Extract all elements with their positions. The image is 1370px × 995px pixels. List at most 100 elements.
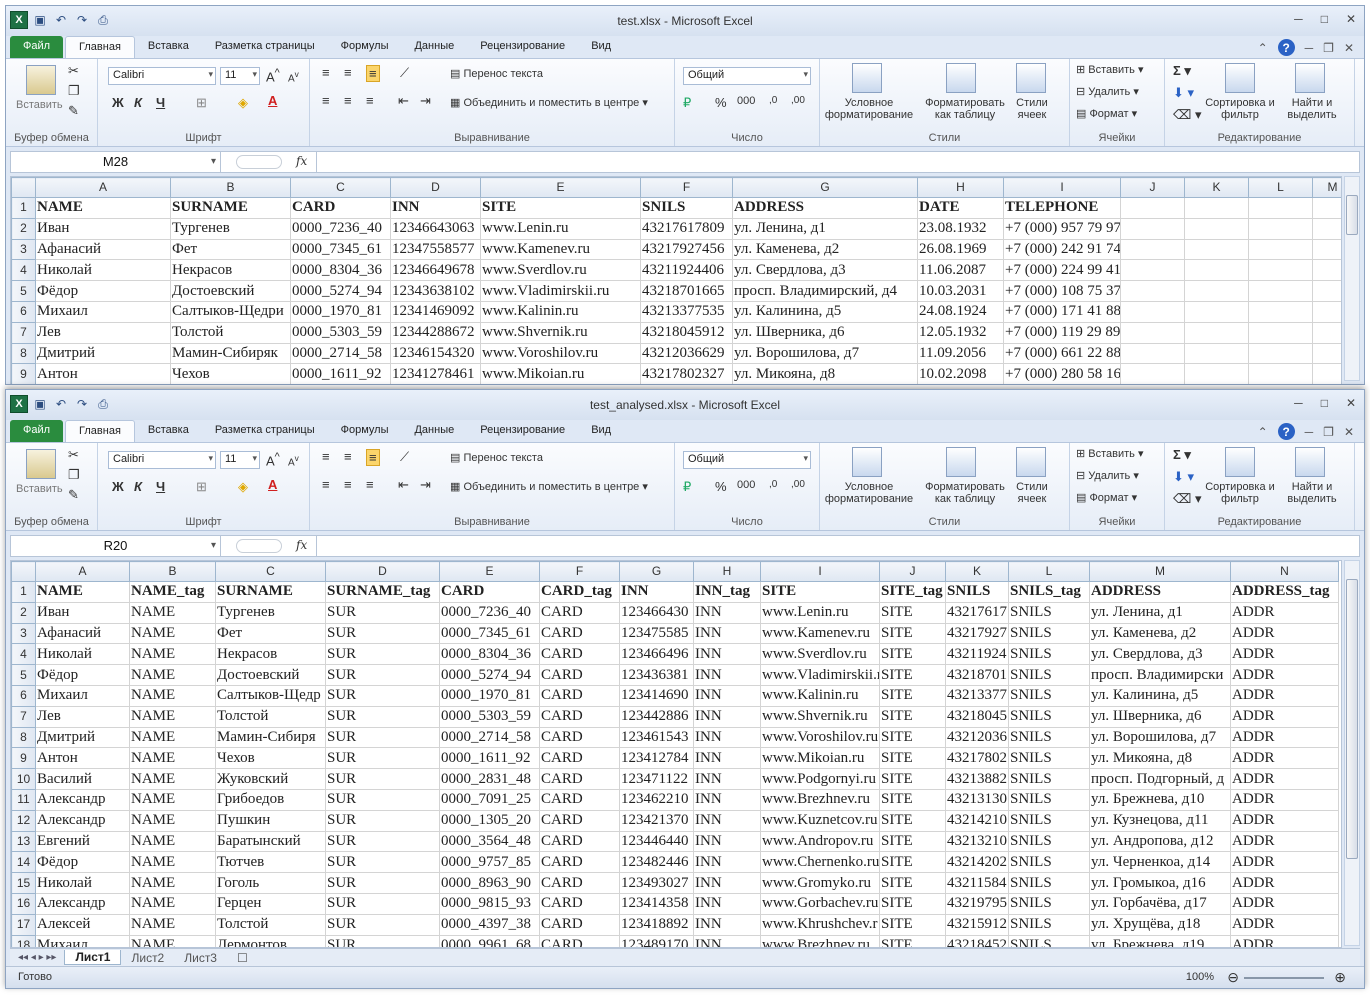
cell[interactable] bbox=[1312, 238, 1341, 261]
column-header[interactable]: D bbox=[325, 561, 440, 582]
delete-cells-button[interactable]: ⊟ Удалить ▾ bbox=[1076, 469, 1139, 482]
increase-decimal-icon[interactable]: ,0 bbox=[769, 479, 777, 490]
cell[interactable]: TELEPHONE bbox=[1003, 197, 1121, 219]
cell[interactable]: NAME bbox=[129, 913, 216, 936]
cell[interactable]: 123442886 bbox=[619, 705, 694, 728]
cell[interactable]: Антон bbox=[35, 363, 171, 384]
shrink-font-icon[interactable]: Av bbox=[288, 69, 299, 84]
cell[interactable]: 123462210 bbox=[619, 788, 694, 811]
font-size-select[interactable]: 11 bbox=[220, 451, 260, 469]
cell[interactable]: 0000_1611_92 bbox=[290, 363, 391, 384]
cell[interactable]: 43212036 bbox=[945, 726, 1009, 749]
close-icon[interactable]: ✕ bbox=[1346, 12, 1356, 26]
cell[interactable]: NAME bbox=[129, 830, 216, 853]
orientation-icon[interactable]: ⟋ bbox=[400, 449, 409, 465]
cell[interactable]: INN bbox=[693, 809, 761, 832]
cell[interactable]: 43218452 bbox=[945, 934, 1009, 947]
cell[interactable]: www.Lenin.ru bbox=[480, 217, 641, 240]
cell[interactable]: +7 (000) 171 41 88 bbox=[1003, 300, 1121, 323]
tab-4[interactable]: Формулы bbox=[328, 420, 402, 442]
cell[interactable]: CARD bbox=[539, 851, 620, 874]
cell[interactable]: SNILS bbox=[1008, 622, 1090, 645]
cell[interactable]: ADDRESS bbox=[732, 197, 918, 219]
cell[interactable]: SUR bbox=[325, 664, 440, 686]
cell[interactable]: просп. Владимирский, д4 bbox=[732, 280, 918, 302]
cell[interactable]: NAME bbox=[129, 788, 216, 811]
cell[interactable]: SITE bbox=[879, 622, 946, 645]
cell[interactable]: 123466430 bbox=[619, 601, 694, 624]
cell[interactable]: INN bbox=[693, 934, 761, 947]
percent-icon[interactable]: % bbox=[715, 479, 727, 494]
cell[interactable]: 43211584 bbox=[945, 872, 1009, 894]
tab-5[interactable]: Данные bbox=[401, 420, 467, 442]
row-header[interactable]: 7 bbox=[11, 321, 36, 344]
cell[interactable]: ADDR bbox=[1230, 934, 1339, 947]
orientation-icon[interactable]: ⟋ bbox=[400, 65, 409, 81]
cell[interactable]: INN bbox=[693, 872, 761, 894]
cell[interactable]: 0000_2831_48 bbox=[439, 768, 540, 790]
cell[interactable]: SITE bbox=[879, 934, 946, 947]
sort-filter-icon[interactable] bbox=[1225, 63, 1255, 93]
italic-button[interactable]: К bbox=[134, 95, 142, 110]
cell[interactable]: +7 (000) 661 22 88 bbox=[1003, 342, 1121, 365]
cell[interactable]: SUR bbox=[325, 934, 440, 947]
cell[interactable]: 12341278461 bbox=[390, 363, 481, 384]
format-cells-button[interactable]: ▤ Формат ▾ bbox=[1076, 491, 1137, 504]
align-right-icon[interactable]: ≡ bbox=[366, 93, 374, 108]
cell-styles-icon[interactable] bbox=[1016, 63, 1046, 93]
restore-workbook-icon[interactable]: ❐ bbox=[1323, 425, 1334, 439]
fx-icon[interactable]: fx bbox=[296, 538, 307, 552]
cell[interactable]: SITE bbox=[879, 830, 946, 853]
cell[interactable]: www.Shvernik.ru bbox=[760, 705, 880, 728]
paste-button[interactable]: Вставить bbox=[16, 483, 63, 495]
close-workbook-icon[interactable]: ✕ bbox=[1344, 425, 1354, 439]
cell[interactable]: Дмитрий bbox=[35, 342, 171, 365]
cell[interactable] bbox=[1120, 280, 1185, 302]
cell[interactable]: INN bbox=[693, 768, 761, 790]
cell[interactable]: Фёдор bbox=[35, 851, 130, 874]
cell[interactable]: 0000_8963_90 bbox=[439, 872, 540, 894]
tab-7[interactable]: Вид bbox=[578, 36, 624, 58]
cell[interactable]: 0000_7345_61 bbox=[439, 622, 540, 645]
cell[interactable]: SNILS bbox=[1008, 664, 1090, 686]
cell[interactable]: www.Lenin.ru bbox=[760, 601, 880, 624]
cell[interactable]: INN bbox=[693, 851, 761, 874]
cell[interactable]: 43218045912 bbox=[640, 321, 733, 344]
maximize-icon[interactable]: □ bbox=[1321, 12, 1328, 26]
sheet-grid[interactable]: A B C D E F G H I J K L M N 1 NAME NAME_tag SURNAME SURNAM… bbox=[10, 560, 1342, 948]
cell[interactable]: SITE bbox=[760, 581, 880, 603]
conditional-formatting-button[interactable]: Условное форматирование bbox=[824, 97, 914, 121]
column-header[interactable]: K bbox=[1184, 177, 1249, 198]
cell[interactable]: 123482446 bbox=[619, 851, 694, 874]
cell[interactable]: SITE bbox=[879, 768, 946, 790]
cell[interactable]: 43217927456 bbox=[640, 238, 733, 261]
increase-indent-icon[interactable]: ⇥ bbox=[420, 93, 431, 109]
tab-1[interactable]: Главная bbox=[65, 36, 135, 58]
cell[interactable]: INN bbox=[693, 788, 761, 811]
cell[interactable]: ADDR bbox=[1230, 788, 1339, 811]
cell[interactable]: ул. Брежнева, д19 bbox=[1089, 934, 1231, 947]
merge-center-button[interactable]: ▦ Объединить и поместить в центре ▾ bbox=[450, 96, 648, 109]
align-top-icon[interactable]: ≡ bbox=[322, 449, 330, 464]
cell[interactable] bbox=[1184, 238, 1249, 261]
font-color-icon[interactable]: A bbox=[268, 93, 277, 108]
tab-3[interactable]: Разметка страницы bbox=[202, 420, 328, 442]
cell[interactable]: ADDR bbox=[1230, 913, 1339, 936]
cell[interactable]: 43213882 bbox=[945, 768, 1009, 790]
currency-icon[interactable]: ₽ bbox=[683, 95, 691, 111]
cell[interactable]: CARD bbox=[539, 892, 620, 915]
autosum-icon[interactable]: Σ ▾ bbox=[1173, 63, 1191, 79]
cell[interactable]: ул. Калинина, д5 bbox=[732, 300, 918, 323]
currency-icon[interactable]: ₽ bbox=[683, 479, 691, 495]
cell[interactable]: ADDR bbox=[1230, 809, 1339, 832]
cell[interactable] bbox=[1184, 280, 1249, 302]
paste-button[interactable]: Вставить bbox=[16, 99, 63, 111]
cell[interactable] bbox=[1184, 321, 1249, 344]
cell[interactable]: SUR bbox=[325, 601, 440, 624]
column-header[interactable]: L bbox=[1008, 561, 1090, 582]
row-header[interactable]: 3 bbox=[11, 622, 36, 645]
cell[interactable]: ADDR bbox=[1230, 643, 1339, 666]
column-header[interactable]: B bbox=[170, 177, 291, 198]
cell[interactable]: www.Kalinin.ru bbox=[760, 684, 880, 707]
cell[interactable]: 10.02.2098 bbox=[917, 363, 1004, 384]
